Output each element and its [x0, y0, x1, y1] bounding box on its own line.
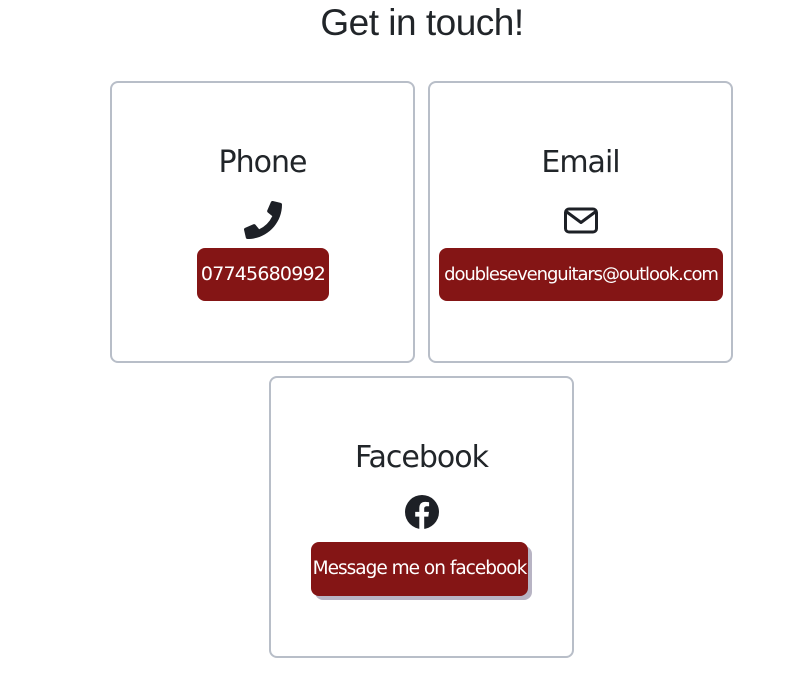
- phone-number-button[interactable]: 07745680992: [197, 248, 329, 301]
- facebook-message-button[interactable]: Message me on facebook: [311, 542, 528, 596]
- email-card-title: Email: [541, 145, 620, 180]
- page-title: Get in touch!: [320, 2, 524, 43]
- facebook-card-title: Facebook: [355, 440, 489, 475]
- phone-card-title: Phone: [218, 145, 308, 180]
- facebook-icon: [404, 495, 439, 529]
- phone-card: Phone 07745680992: [110, 81, 415, 363]
- email-address-button[interactable]: doublesevenguitars@outlook.com: [439, 248, 723, 301]
- phone-icon: [243, 201, 282, 239]
- facebook-card: Facebook Message me on facebook: [269, 376, 574, 658]
- email-card: Email doublesevenguitars@outlook.com: [428, 81, 733, 363]
- envelope-icon: [563, 207, 598, 234]
